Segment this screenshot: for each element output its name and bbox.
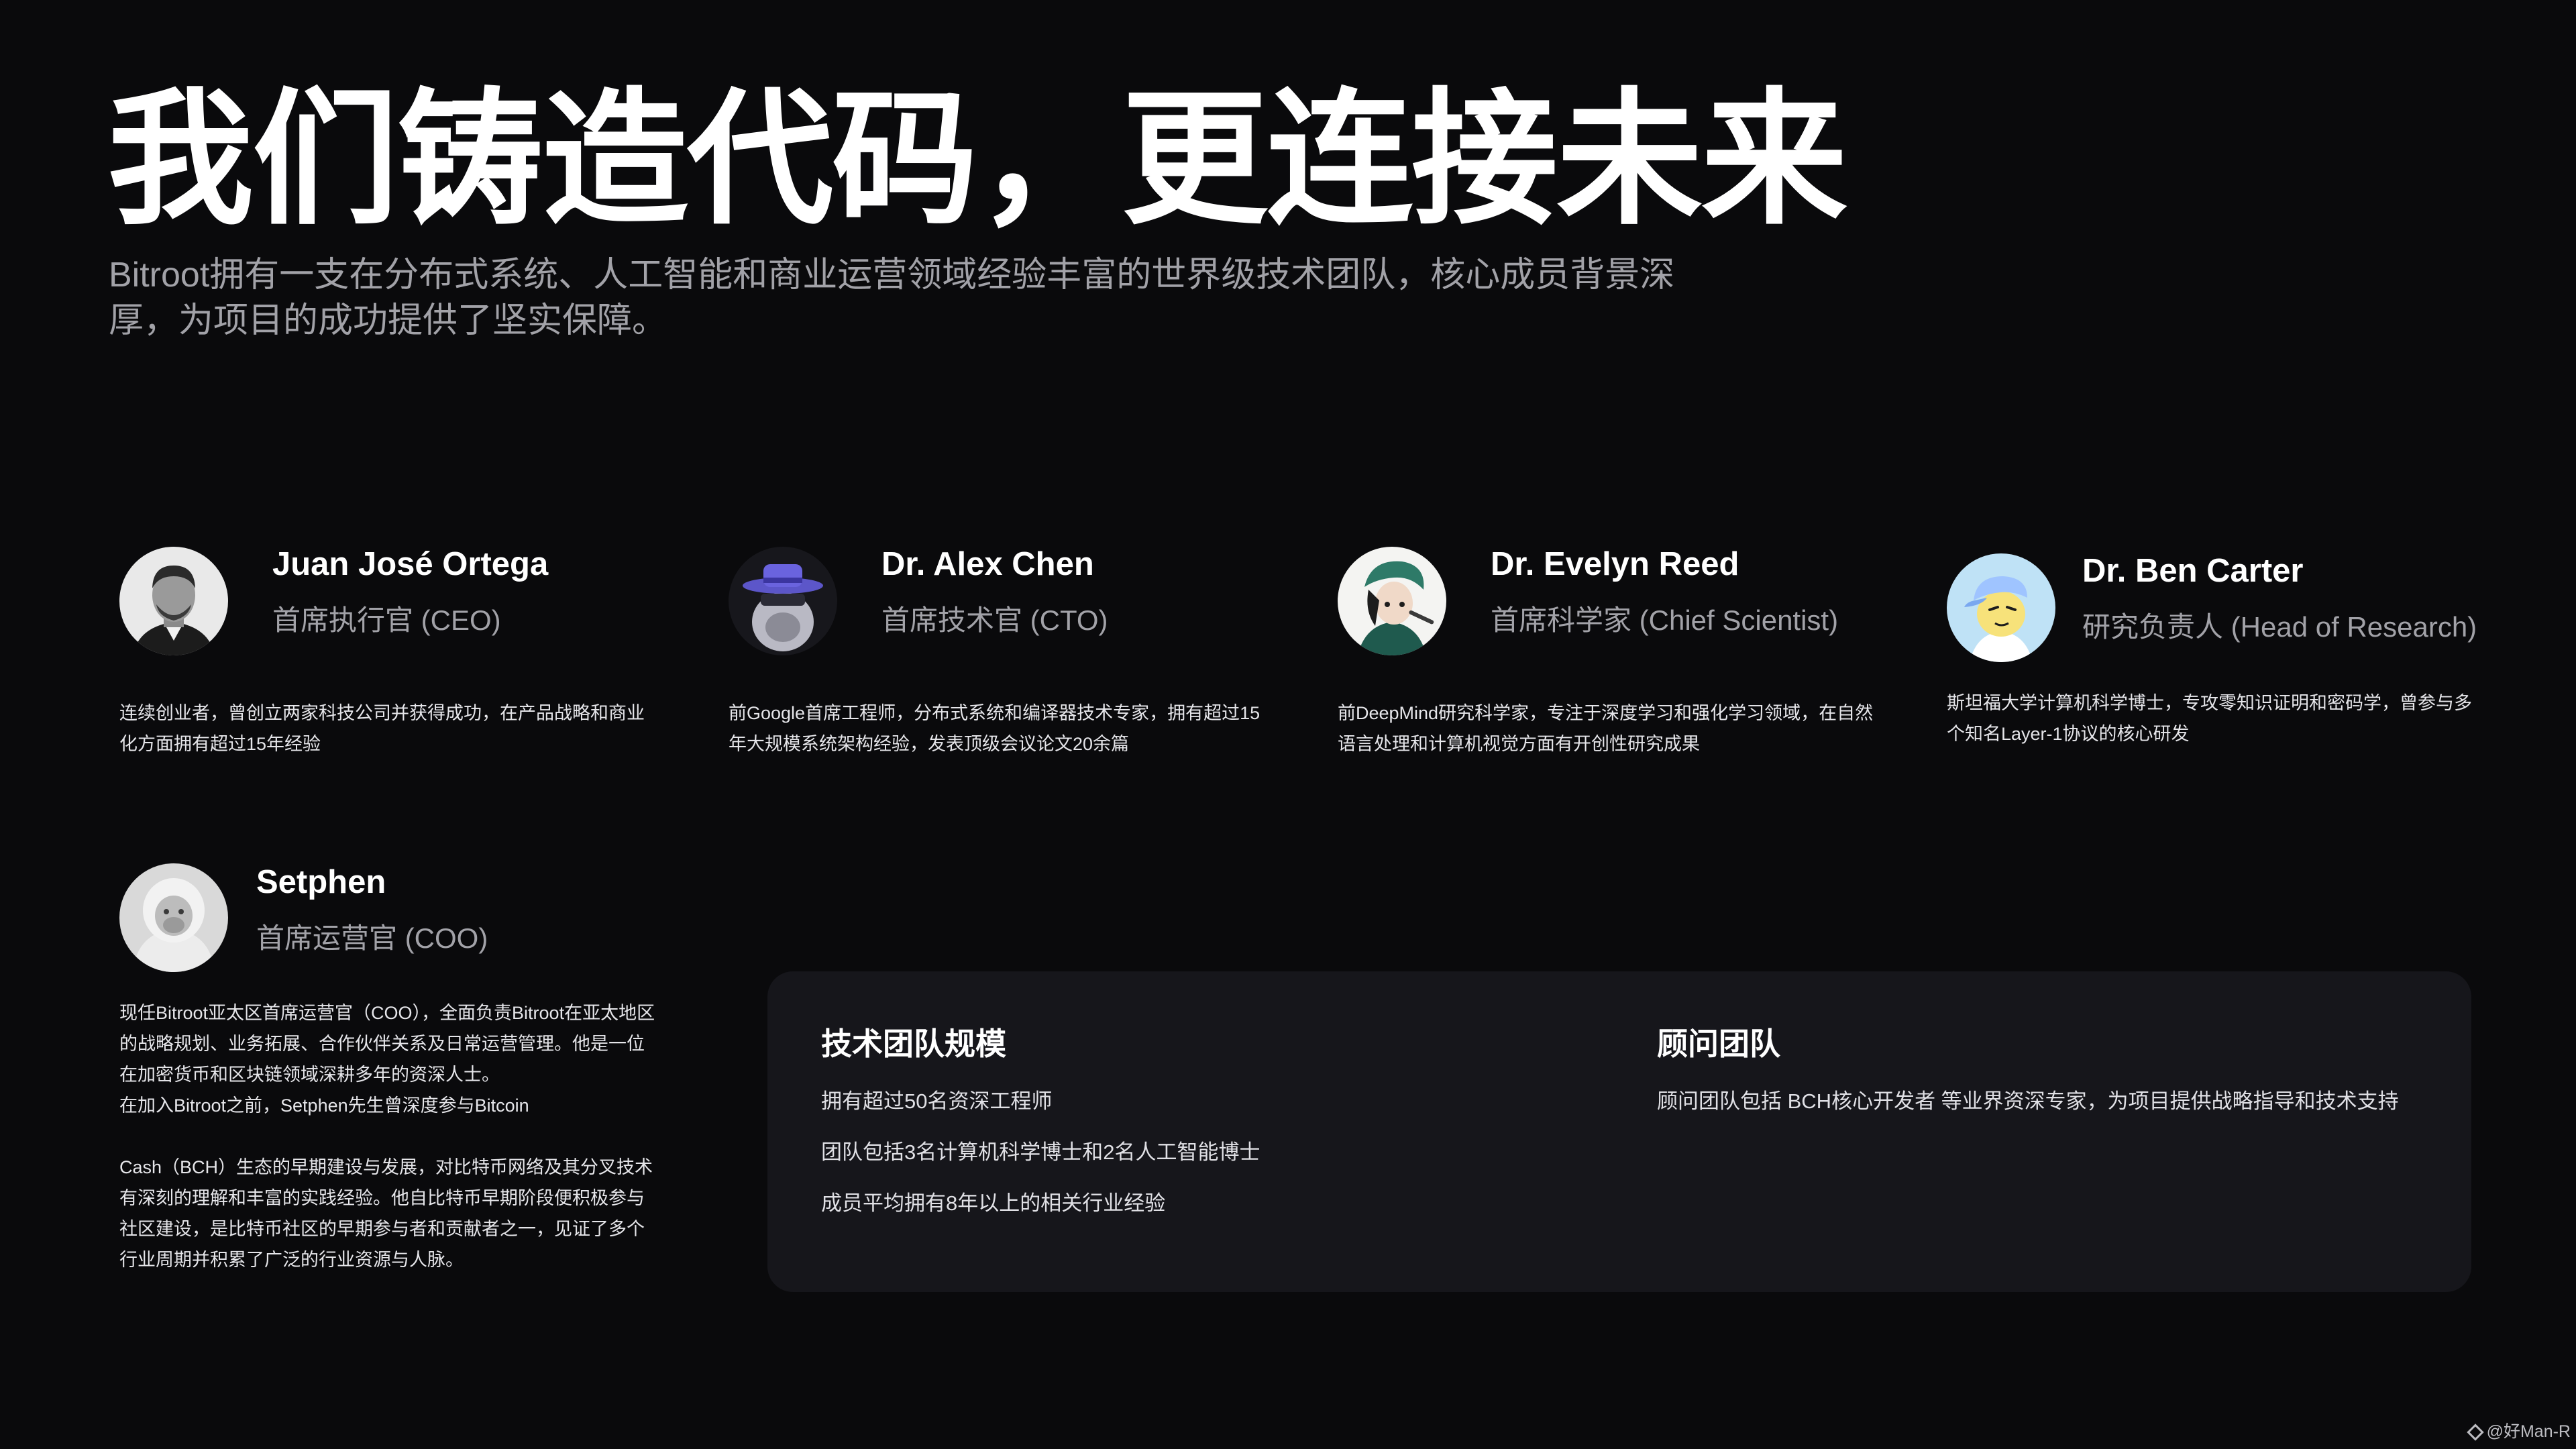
team-member-card-coo: Setphen 首席运营官 (COO) 现任Bitroot亚太区首席运营官（CO… — [119, 863, 669, 1279]
team-member-card-head-of-research: Dr. Ben Carter 研究负责人 (Head of Research) … — [1947, 553, 2497, 768]
member-role: 首席技术官 (CTO) — [881, 604, 1108, 636]
member-role: 研究负责人 (Head of Research) — [2082, 611, 2477, 643]
member-name: Dr. Ben Carter — [2082, 553, 2304, 589]
member-name: Dr. Evelyn Reed — [1491, 546, 1739, 582]
member-name: Juan José Ortega — [272, 546, 549, 582]
advisors-heading: 顾问团队 — [1657, 1026, 1780, 1061]
tech-team-item: 拥有超过50名资深工程师 — [821, 1089, 1053, 1113]
advisors-text: 顾问团队包括 BCH核心开发者 等业界资深专家，为项目提供战略指导和技术支持 — [1657, 1089, 2399, 1113]
member-role: 首席运营官 (COO) — [256, 922, 488, 954]
team-member-card-ceo: Juan José Ortega 首席执行官 (CEO) 连续创业者，曾创立两家… — [119, 546, 669, 761]
avatar-coo — [119, 863, 228, 972]
member-name: Setphen — [256, 864, 386, 900]
team-info-panel: 技术团队规模 拥有超过50名资深工程师 团队包括3名计算机科学博士和2名人工智能… — [767, 971, 2471, 1292]
page-title: 我们铸造代码，更连接未来 — [107, 78, 1847, 241]
member-bio: 前DeepMind研究科学家，专注于深度学习和强化学习领域，在自然语言处理和计算… — [1338, 703, 1874, 754]
watermark-text: @好Man-R — [2486, 1422, 2571, 1441]
watermark: @好Man-R — [2466, 1418, 2571, 1442]
avatar-ceo — [119, 547, 228, 655]
team-member-card-cto: Dr. Alex Chen 首席技术官 (CTO) 前Google首席工程师，分… — [729, 546, 1279, 761]
member-role: 首席科学家 (Chief Scientist) — [1491, 604, 1839, 636]
member-role: 首席执行官 (CEO) — [272, 604, 501, 636]
member-bio: 斯坦福大学计算机科学博士，专攻零知识证明和密码学，曾参与多个知名Layer-1协… — [1947, 693, 2472, 744]
member-bio: 前Google首席工程师，分布式系统和编译器技术专家，拥有超过15年大规模系统架… — [729, 703, 1260, 754]
member-bio: 现任Bitroot亚太区首席运营官（COO），全面负责Bitroot在亚太地区的… — [119, 1003, 655, 1270]
member-bio: 连续创业者，曾创立两家科技公司并获得成功，在产品战略和商业化方面拥有超过15年经… — [119, 703, 645, 754]
tech-team-item: 团队包括3名计算机科学博士和2名人工智能博士 — [821, 1140, 1260, 1164]
avatar-head-of-research — [1947, 553, 2055, 662]
team-member-card-chief-scientist: Dr. Evelyn Reed 首席科学家 (Chief Scientist) … — [1338, 546, 1888, 761]
advisors-section: 顾问团队 顾问团队包括 BCH核心开发者 等业界资深专家，为项目提供战略指导和技… — [1657, 1020, 2428, 1139]
tech-team-item: 成员平均拥有8年以上的相关行业经验 — [821, 1191, 1166, 1215]
tech-team-size-section: 技术团队规模 拥有超过50名资深工程师 团队包括3名计算机科学博士和2名人工智能… — [821, 1020, 1559, 1241]
avatar-cto — [729, 547, 837, 655]
member-name: Dr. Alex Chen — [881, 546, 1094, 582]
page-subtitle: Bitroot拥有一支在分布式系统、人工智能和商业运营领域经验丰富的世界级技术团… — [109, 256, 1675, 340]
watermark-logo-icon — [2466, 1424, 2484, 1441]
tech-team-heading: 技术团队规模 — [821, 1026, 1006, 1061]
avatar-chief-scientist — [1338, 547, 1446, 655]
